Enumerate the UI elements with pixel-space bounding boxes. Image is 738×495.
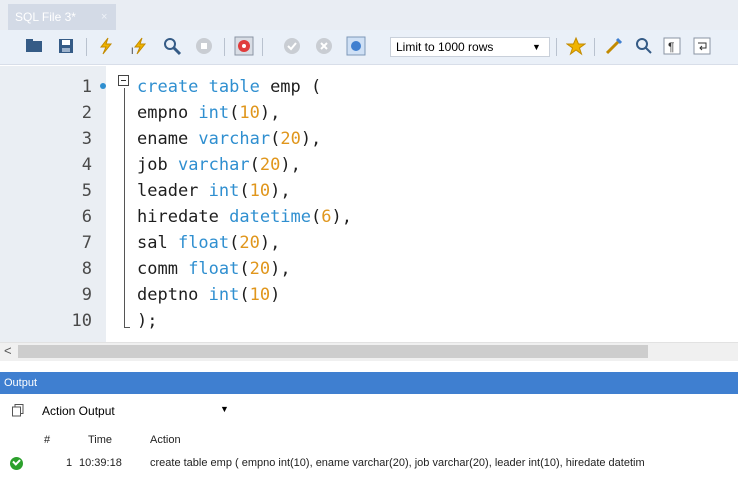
find-icon[interactable] [634,36,654,56]
code-line: empno int(10), [137,103,281,123]
wrap-icon[interactable] [692,36,712,56]
line-number: 8 [81,259,92,279]
output-type-label: Action Output [42,404,115,418]
invisible-chars-icon[interactable]: ¶ [662,36,682,56]
add-snippet-icon[interactable] [565,36,587,56]
chevron-down-icon: ▼ [532,42,541,52]
commit-icon[interactable] [282,36,302,56]
toolbar-separator [262,38,263,56]
autocommit-icon[interactable] [346,36,366,56]
copy-icon[interactable] [12,404,24,417]
tab-sql-file[interactable]: SQL File 3* × [8,4,116,30]
statement-marker-icon [100,83,106,89]
sql-editor[interactable] [0,66,738,342]
line-number: 7 [81,233,92,253]
code-line: hiredate datetime(6), [137,207,352,227]
code-line: create table emp ( [137,77,322,97]
code-line: leader int(10), [137,181,291,201]
output-title: Output [4,377,38,389]
code-line: sal float(20), [137,233,281,253]
column-header-number[interactable]: # [44,434,50,446]
line-number: 5 [81,181,92,201]
close-icon[interactable]: × [101,4,107,30]
code-line: comm float(20), [137,259,291,279]
table-row[interactable]: 1 10:39:18 create table emp ( empno int(… [0,455,738,473]
row-time: 10:39:18 [79,457,122,469]
tab-title: SQL File 3* [15,10,76,24]
code-line: ename varchar(20), [137,129,322,149]
execute-icon[interactable] [96,36,116,56]
save-icon[interactable] [56,36,76,56]
line-number-gutter: 1 2 3 4 5 6 7 8 9 10 [0,66,106,342]
beautify-icon[interactable] [604,36,624,56]
sql-toolbar: I Limit to 1000 rows ▼ ¶ [0,30,738,65]
toolbar-separator [224,38,225,56]
toolbar-separator [594,38,595,56]
stop-icon[interactable] [194,36,214,56]
line-number: 10 [71,311,92,331]
fold-guide [124,88,125,328]
limit-rows-label: Limit to 1000 rows [396,40,494,54]
code-line: ); [137,311,158,331]
fold-guide-end [124,327,130,328]
code-line: deptno int(10) [137,285,281,305]
toolbar-separator [556,38,557,56]
row-action: create table emp ( empno int(10), ename … [150,457,645,469]
fold-toggle-icon[interactable] [118,75,129,86]
chevron-down-icon: ▼ [220,404,229,414]
column-header-time[interactable]: Time [88,434,112,446]
error-toggle-icon[interactable] [234,36,254,56]
line-number: 9 [81,285,92,305]
svg-text:¶: ¶ [668,40,674,54]
rollback-icon[interactable] [314,36,334,56]
code-line: job varchar(20), [137,155,301,175]
output-panel-header: Output [0,372,738,394]
line-number: 4 [81,155,92,175]
open-folder-icon[interactable] [24,36,44,56]
scroll-left-icon[interactable]: < [4,342,12,360]
row-number: 1 [66,457,73,469]
execute-statement-icon[interactable]: I [130,36,150,56]
svg-text:I: I [131,46,134,56]
line-number: 1 [81,77,92,97]
line-number: 6 [81,207,92,227]
limit-rows-select[interactable]: Limit to 1000 rows ▼ [390,37,550,57]
scrollbar-thumb[interactable] [18,345,648,358]
explain-icon[interactable] [162,36,182,56]
toolbar-separator [86,38,87,56]
column-header-action[interactable]: Action [150,434,181,446]
line-number: 2 [81,103,92,123]
line-number: 3 [81,129,92,149]
